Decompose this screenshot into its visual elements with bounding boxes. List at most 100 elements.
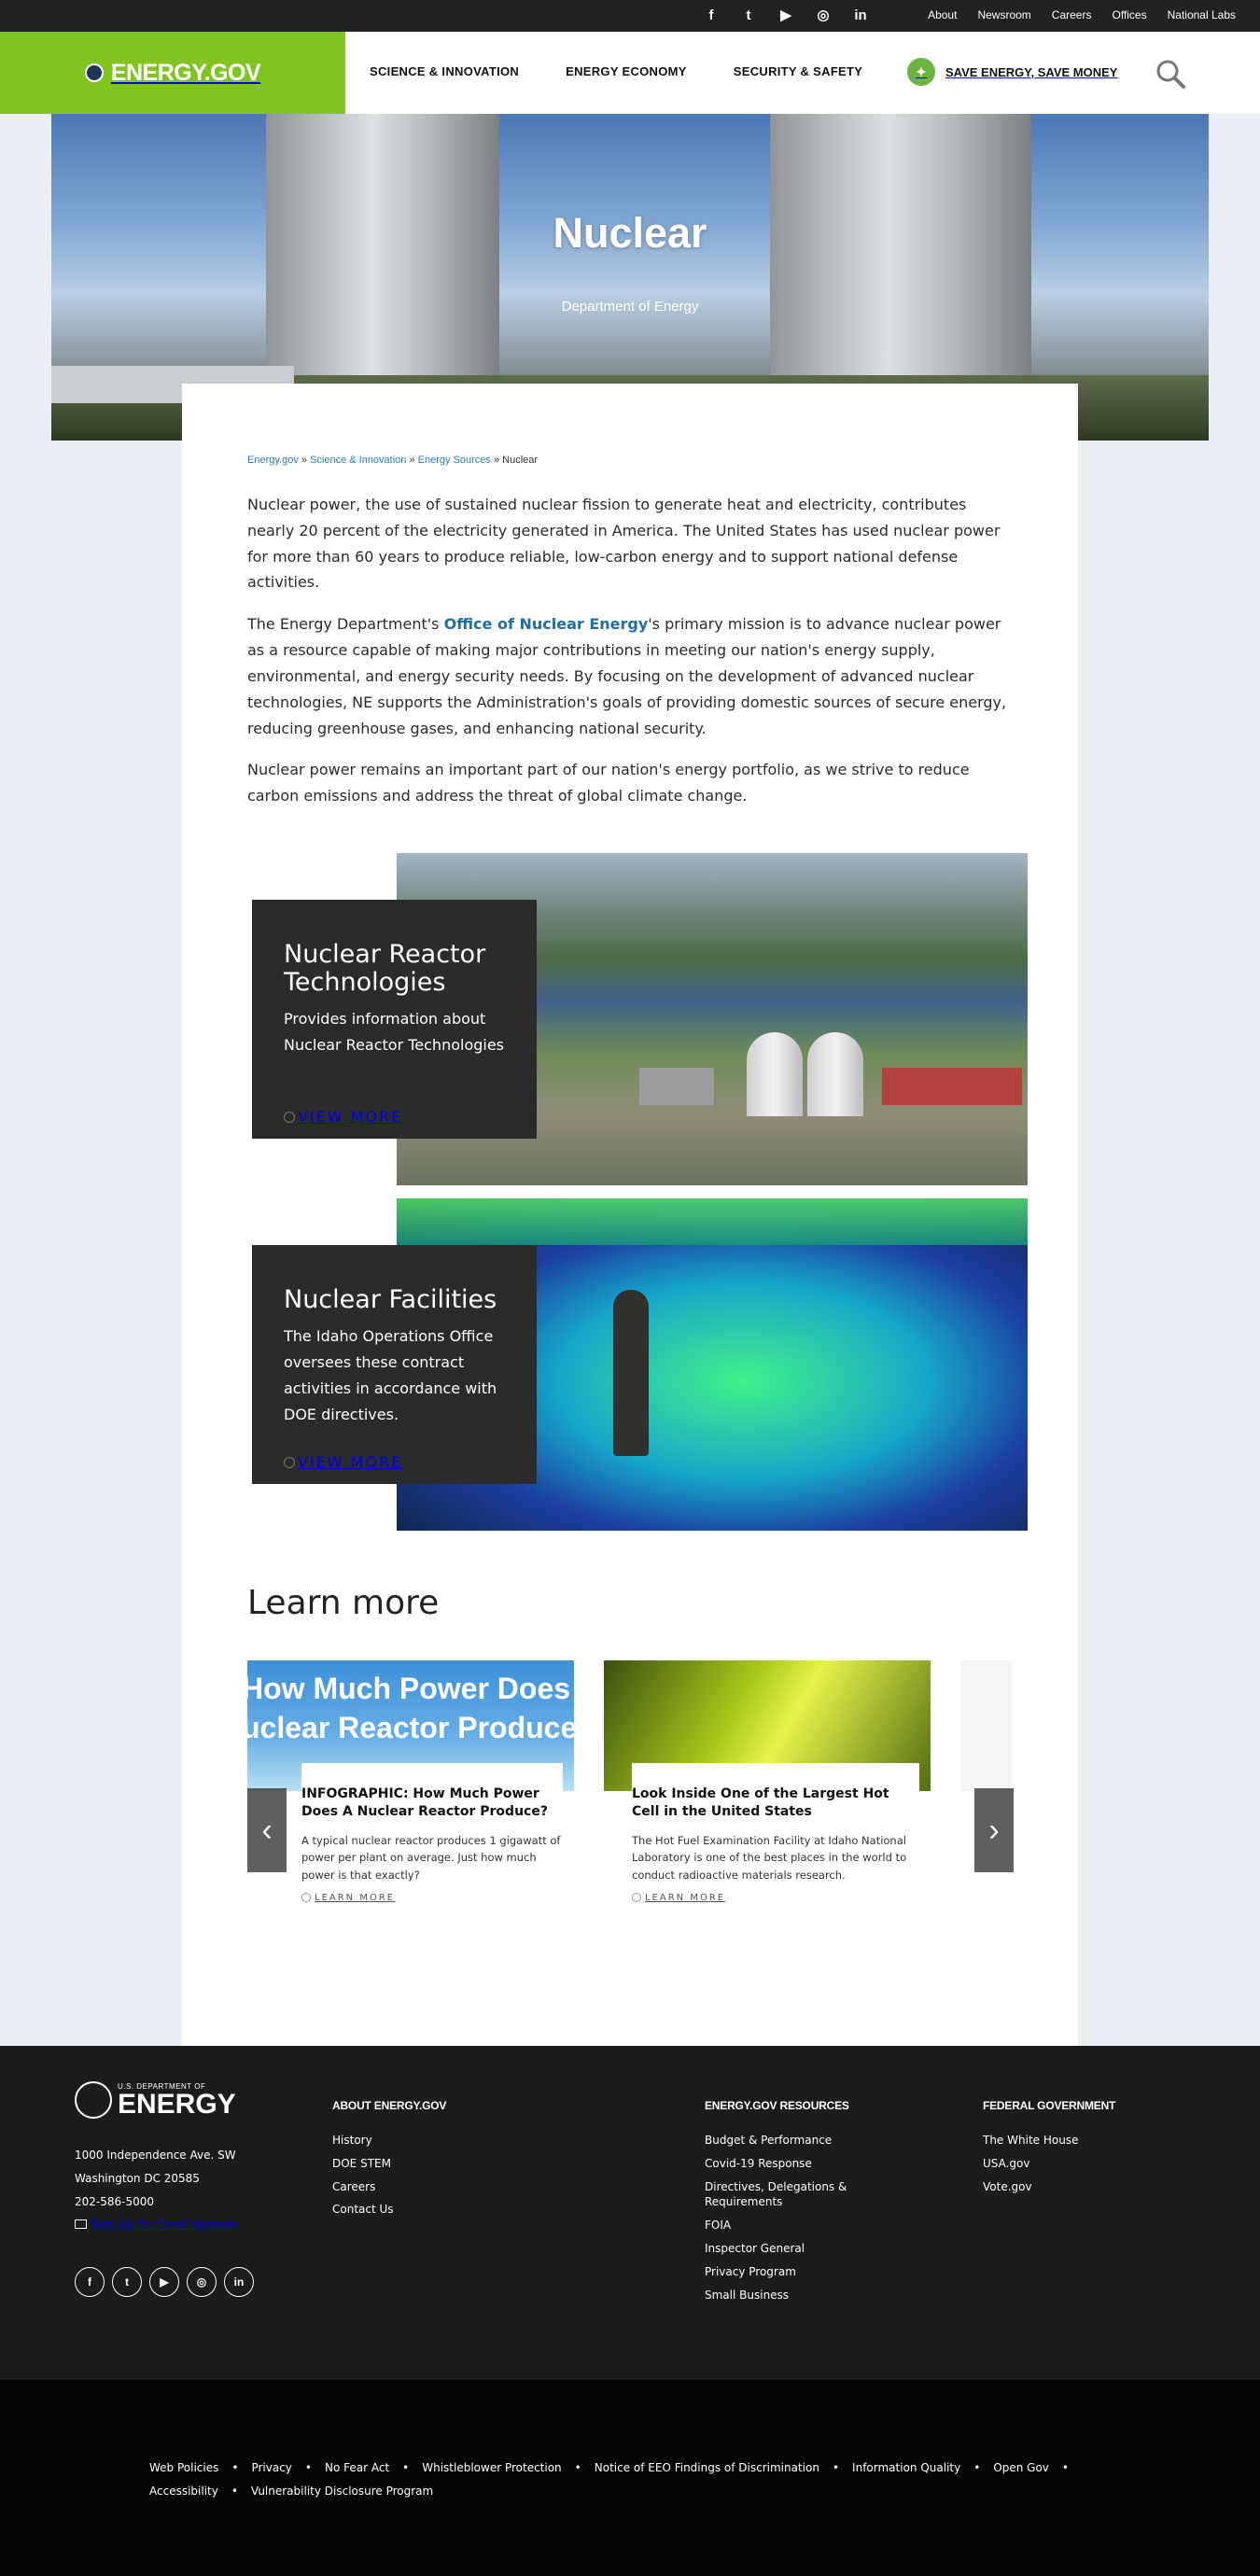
learn-more-link[interactable]: LEARN MORE: [301, 1893, 563, 1903]
visualization-ceiling: [397, 1198, 1028, 1245]
learn-more-card[interactable]: Look Inside One of the Largest Hot Cell …: [604, 1660, 931, 1903]
utility-link-careers[interactable]: Careers: [1052, 8, 1092, 21]
breadcrumb-link-science[interactable]: Science & Innovation: [310, 455, 406, 466]
footer-logo-text: U.S. DEPARTMENT OF ENERGY: [118, 2082, 236, 2119]
circle-icon: [301, 1893, 311, 1903]
footer-column-resources: ENERGY.GOV RESOURCES Budget & Performanc…: [705, 2099, 882, 2310]
legal-link[interactable]: Open Gov: [993, 2461, 1049, 2474]
legal-link[interactable]: Information Quality: [852, 2461, 960, 2474]
card-body: Look Inside One of the Largest Hot Cell …: [632, 1763, 919, 1903]
circle-icon: [284, 1111, 295, 1123]
utility-links: About Newsroom Careers Offices National …: [928, 8, 1236, 21]
footer-link[interactable]: Small Business: [705, 2288, 882, 2303]
learn-more-card[interactable]: How Much Power Does a uclear Reactor Prod…: [247, 1660, 574, 1903]
feature-title: Nuclear Reactor Technologies: [284, 940, 486, 998]
containment-dome: [747, 1032, 803, 1116]
breadcrumb-link-home[interactable]: Energy.gov: [247, 455, 299, 466]
instagram-icon[interactable]: ◎: [814, 6, 833, 24]
doe-seal-icon: [84, 63, 104, 82]
breadcrumb-current: Nuclear: [502, 455, 539, 466]
office-nuclear-energy-link[interactable]: Office of Nuclear Energy: [444, 615, 649, 633]
breadcrumb-link-sources[interactable]: Energy Sources: [418, 455, 491, 466]
carousel-next-button[interactable]: ›: [974, 1788, 1014, 1872]
footer-link[interactable]: Careers: [332, 2179, 446, 2195]
footer-logo[interactable]: U.S. DEPARTMENT OF ENERGY: [75, 2081, 236, 2119]
utility-link-offices[interactable]: Offices: [1112, 8, 1146, 21]
footer-link[interactable]: DOE STEM: [332, 2156, 446, 2172]
facebook-icon[interactable]: f: [75, 2267, 105, 2297]
legal-link[interactable]: Web Policies: [149, 2461, 218, 2474]
save-energy-link[interactable]: ✦ SAVE ENERGY, SAVE MONEY: [907, 58, 1117, 86]
plant-building: [639, 1068, 714, 1105]
linkedin-icon[interactable]: in: [224, 2267, 254, 2297]
chevron-left-icon: ‹: [261, 1812, 273, 1848]
legal-link[interactable]: Privacy: [251, 2461, 291, 2474]
legal-link[interactable]: Whistleblower Protection: [422, 2461, 561, 2474]
footer-link[interactable]: Budget & Performance: [705, 2133, 882, 2149]
footer-link[interactable]: Covid-19 Response: [705, 2156, 882, 2172]
utility-link-newsroom[interactable]: Newsroom: [977, 8, 1030, 21]
card-body: INFOGRAPHIC: How Much Power Does A Nucle…: [301, 1763, 563, 1903]
legal-link[interactable]: No Fear Act: [325, 2461, 389, 2474]
intro-paragraph-3: Nuclear power remains an important part …: [247, 761, 970, 805]
learn-more-card-partial[interactable]: [960, 1660, 1013, 1791]
footer-column-heading: ENERGY.GOV RESOURCES: [705, 2099, 849, 2112]
thumbnail-text: How Much Power Does a uclear Reactor Prod…: [247, 1670, 574, 1747]
save-energy-label: SAVE ENERGY, SAVE MONEY: [945, 64, 1118, 79]
intro-p2-text: The Energy Department's: [247, 615, 444, 634]
view-more-label: VIEW MORE: [298, 1108, 403, 1126]
email-signup-link[interactable]: Sign Up for Email Updates: [75, 2218, 237, 2231]
utility-link-about[interactable]: About: [928, 8, 957, 21]
lightbulb-icon: ✦: [907, 58, 935, 86]
footer-link[interactable]: History: [332, 2133, 446, 2149]
main-content: Energy.gov » Science & Innovation » Ener…: [182, 384, 1078, 2046]
chevron-right-icon: ›: [988, 1812, 1000, 1848]
circle-icon: [284, 1456, 295, 1468]
nav-energy-economy[interactable]: ENERGY ECONOMY: [566, 64, 687, 78]
feature-title: Nuclear Facilities: [284, 1285, 497, 1314]
feature-description: Provides information about Nuclear React…: [284, 1010, 505, 1055]
circle-icon: [632, 1893, 641, 1903]
learn-more-label: LEARN MORE: [645, 1892, 726, 1903]
search-icon[interactable]: [1155, 58, 1186, 90]
breadcrumb: Energy.gov » Science & Innovation » Ener…: [247, 455, 539, 466]
intro-paragraph-1: Nuclear power, the use of sustained nucl…: [247, 496, 1001, 592]
footer-column-heading: ABOUT ENERGY.GOV: [332, 2099, 447, 2112]
nav-security-safety[interactable]: SECURITY & SAFETY: [734, 64, 863, 78]
footer-link[interactable]: Vote.gov: [983, 2179, 1115, 2195]
view-more-link[interactable]: VIEW MORE: [284, 1108, 402, 1126]
twitter-icon[interactable]: t: [112, 2267, 142, 2297]
main-nav: SCIENCE & INNOVATION ENERGY ECONOMY SECU…: [370, 64, 862, 78]
footer-link[interactable]: Privacy Program: [705, 2264, 882, 2280]
site-header: ENERGY.GOV SCIENCE & INNOVATION ENERGY E…: [0, 32, 1260, 114]
learn-more-link[interactable]: LEARN MORE: [632, 1893, 919, 1903]
twitter-icon[interactable]: t: [739, 6, 758, 24]
legal-link[interactable]: Vulnerability Disclosure Program: [251, 2485, 433, 2498]
legal-links: Web Policies • Privacy • No Fear Act • Whistle…: [149, 2461, 1069, 2498]
legal-link[interactable]: Accessibility: [149, 2485, 218, 2498]
instagram-icon[interactable]: ◎: [187, 2267, 217, 2297]
footer-social-links: f t ▶ ◎ in: [75, 2267, 254, 2297]
view-more-link[interactable]: VIEW MORE: [284, 1453, 402, 1471]
footer-link[interactable]: Contact Us: [332, 2202, 446, 2218]
footer-link[interactable]: The White House: [983, 2133, 1115, 2149]
youtube-icon[interactable]: ▶: [777, 6, 795, 24]
utility-link-national-labs[interactable]: National Labs: [1168, 8, 1236, 21]
footer-link[interactable]: Inspector General: [705, 2241, 882, 2257]
linkedin-icon[interactable]: in: [851, 6, 870, 24]
doe-seal-icon: [75, 2081, 112, 2119]
thumbnail-line-1: How Much Power Does a: [247, 1672, 574, 1705]
site-logo[interactable]: ENERGY.GOV: [0, 32, 345, 114]
nav-science-innovation[interactable]: SCIENCE & INNOVATION: [370, 64, 519, 78]
youtube-icon[interactable]: ▶: [149, 2267, 179, 2297]
legal-link[interactable]: Notice of EEO Findings of Discrimination: [595, 2461, 819, 2474]
footer-link[interactable]: Directives, Delegations & Requirements: [705, 2179, 882, 2211]
learn-more-carousel: How Much Power Does a uclear Reactor Prod…: [247, 1660, 1013, 1978]
carousel-prev-button[interactable]: ‹: [247, 1788, 287, 1872]
facebook-icon[interactable]: f: [702, 6, 721, 24]
footer-link[interactable]: FOIA: [705, 2218, 882, 2233]
address-line: 1000 Independence Ave. SW: [75, 2149, 236, 2162]
site-footer: U.S. DEPARTMENT OF ENERGY 1000 Independe…: [0, 2046, 1260, 2380]
footer-link[interactable]: USA.gov: [983, 2156, 1115, 2172]
sub-footer: Web Policies • Privacy • No Fear Act • Whistle…: [0, 2380, 1260, 2576]
